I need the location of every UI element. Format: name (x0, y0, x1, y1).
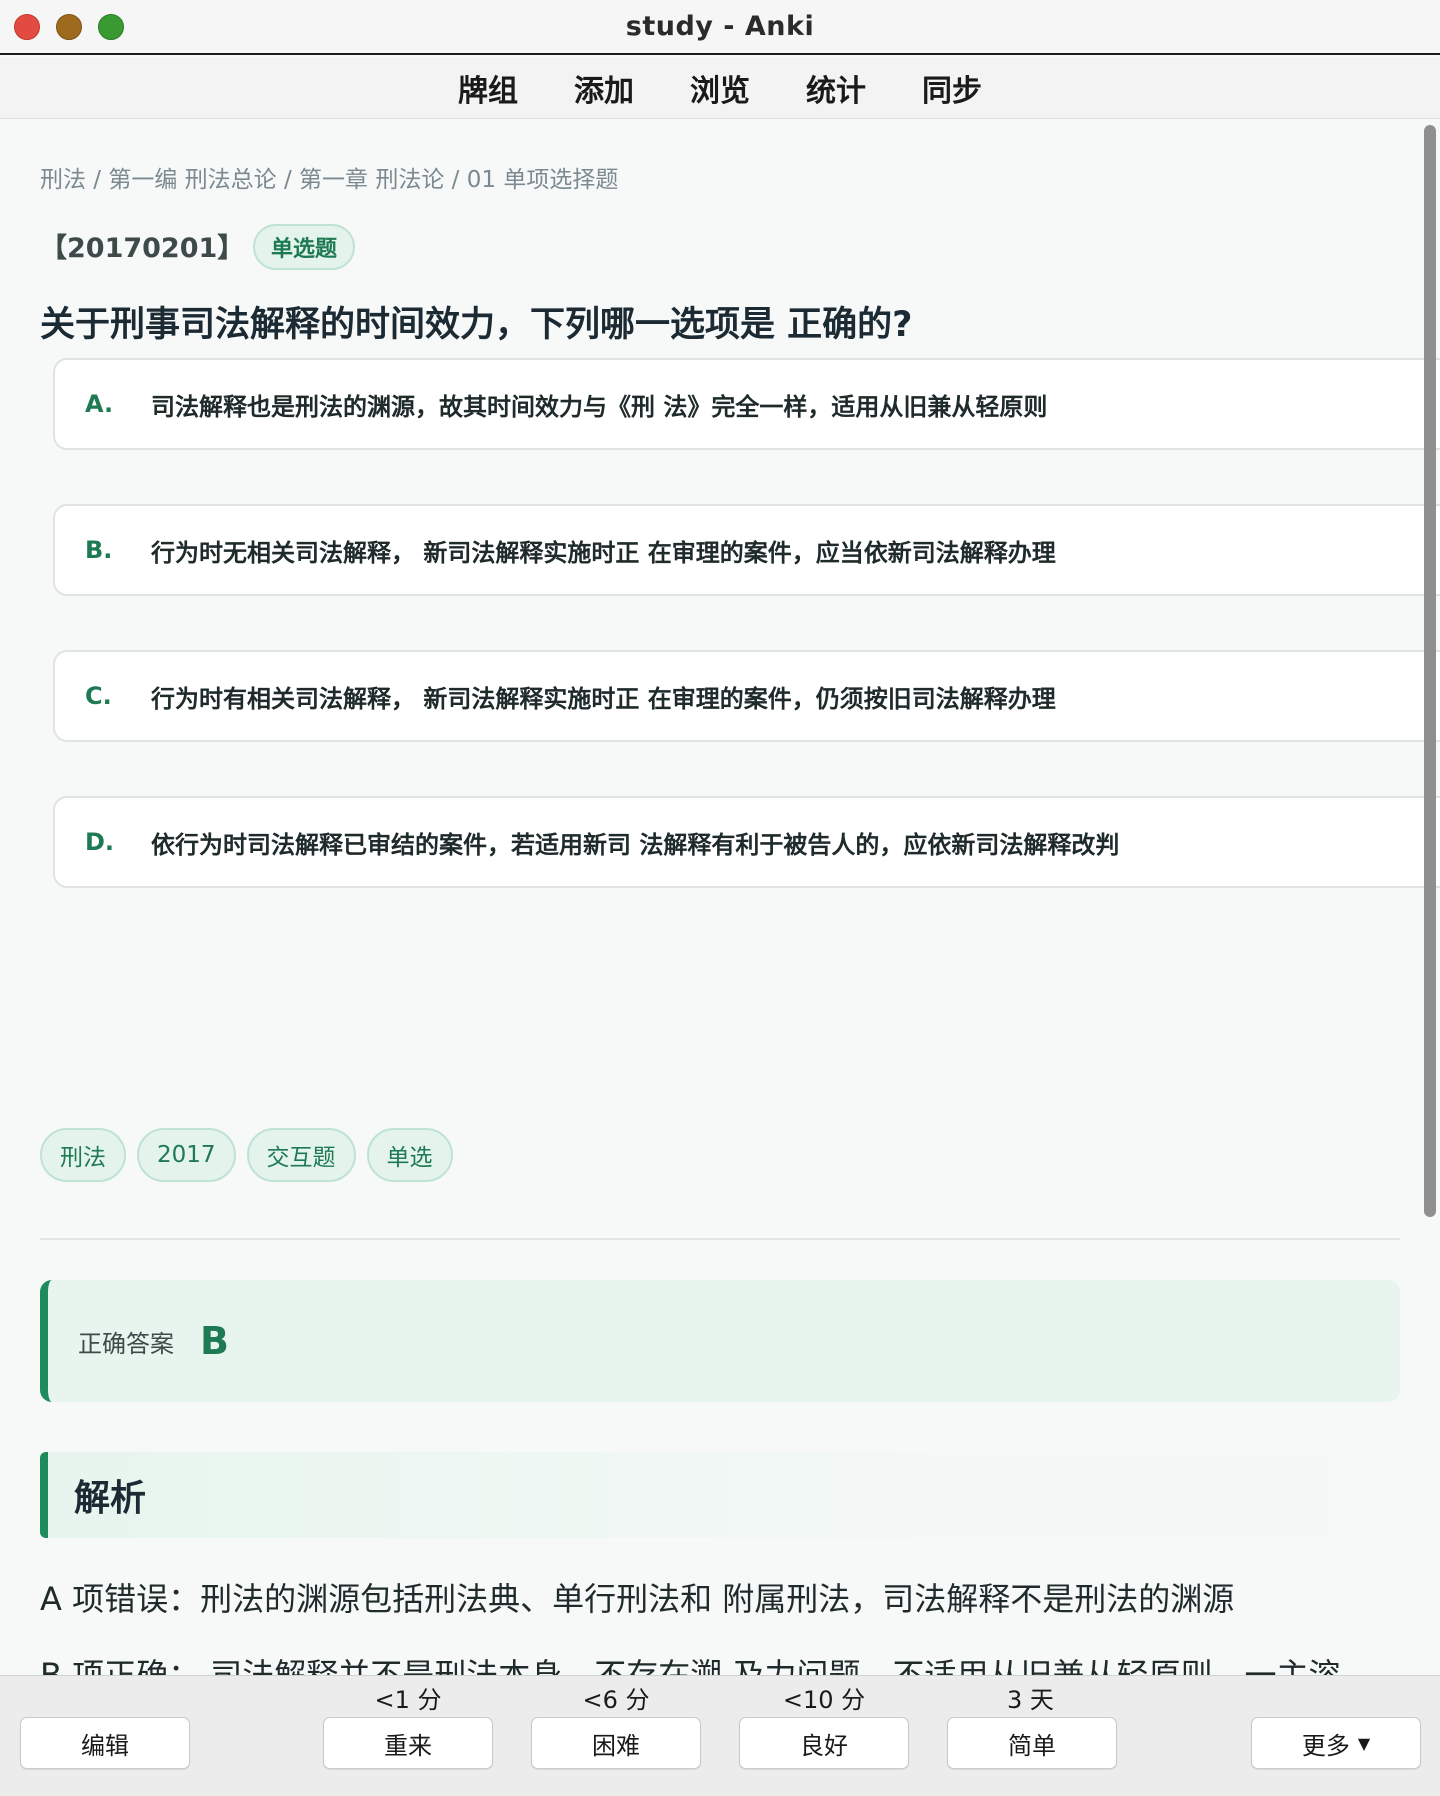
nav-stats[interactable]: 统计 (806, 66, 866, 110)
option-letter: D. (85, 828, 115, 856)
easy-button[interactable]: 简单 (947, 1717, 1117, 1769)
analysis-paragraph: A 项错误：刑法的渊源包括刑法典、单行刑法和 附属刑法，司法解释不是刑法的渊源 (40, 1580, 1235, 1618)
nav-browse[interactable]: 浏览 (690, 66, 750, 110)
minimize-window-button[interactable] (56, 14, 82, 40)
tag[interactable]: 2017 (137, 1128, 236, 1182)
top-nav: 牌组 添加 浏览 统计 同步 (0, 57, 1440, 119)
more-button-label: 更多 (1301, 1731, 1350, 1760)
interval-good: <10 分 (782, 1686, 866, 1714)
option-text: 依行为时司法解释已审结的案件，若适用新司 法解释有利于被告人的，应依新司法解释改… (151, 830, 1120, 859)
answer-bar: 编辑 <1 分 重来 <6 分 困难 <10 分 良好 3 天 简单 更多 ▼ (0, 1675, 1440, 1796)
option-a[interactable]: A. 司法解释也是刑法的渊源，故其时间效力与《刑 法》完全一样，适用从旧兼从轻原… (53, 358, 1440, 450)
option-text: 司法解释也是刑法的渊源，故其时间效力与《刑 法》完全一样，适用从旧兼从轻原则 (151, 392, 1048, 421)
correct-answer-label: 正确答案 (78, 1329, 174, 1358)
nav-add[interactable]: 添加 (574, 66, 634, 110)
interval-easy: 3 天 (1007, 1686, 1054, 1714)
hard-button[interactable]: 困难 (531, 1717, 701, 1769)
window-controls (14, 14, 124, 40)
title-bar: study - Anki (0, 0, 1440, 55)
correct-answer-box: 正确答案 B (40, 1280, 1400, 1402)
question-text: 关于刑事司法解释的时间效力，下列哪一选项是 正确的? (40, 305, 913, 345)
option-d[interactable]: D. 依行为时司法解释已审结的案件，若适用新司 法解释有利于被告人的，应依新司法… (53, 796, 1440, 888)
nav-decks[interactable]: 牌组 (458, 66, 518, 110)
card-id: 【20170201】 (40, 233, 245, 264)
window-title: study - Anki (625, 11, 815, 42)
interval-hard: <6 分 (582, 1686, 650, 1714)
breadcrumb: 刑法 / 第一编 刑法总论 / 第一章 刑法论 / 01 单项选择题 (40, 167, 619, 193)
option-text: 行为时有相关司法解释， 新司法解释实施时正 在审理的案件，仍须按旧司法解释办理 (151, 684, 1056, 713)
option-b[interactable]: B. 行为时无相关司法解释， 新司法解释实施时正 在审理的案件，应当依新司法解释… (53, 504, 1440, 596)
option-letter: C. (85, 682, 112, 710)
good-button[interactable]: 良好 (739, 1717, 909, 1769)
caret-down-icon: ▼ (1357, 1733, 1371, 1753)
option-letter: A. (85, 390, 114, 418)
scrollbar-thumb[interactable] (1424, 125, 1436, 1217)
analysis-title: 解析 (74, 1478, 147, 1519)
zoom-window-button[interactable] (98, 14, 124, 40)
analysis-paragraph: B 项正确： 司法解释并不是刑法本身，不存在溯 及力问题，不适用从旧兼从轻原则，… (40, 1656, 1341, 1675)
nav-sync[interactable]: 同步 (922, 66, 982, 110)
analysis-heading: 解析 (40, 1452, 1400, 1538)
tag-list: 刑法 2017 交互题 单选 (40, 1128, 453, 1182)
more-button[interactable]: 更多 ▼ (1251, 1717, 1421, 1769)
edit-button[interactable]: 编辑 (20, 1717, 190, 1769)
option-c[interactable]: C. 行为时有相关司法解释， 新司法解释实施时正 在审理的案件，仍须按旧司法解释… (53, 650, 1440, 742)
interval-again: <1 分 (374, 1686, 442, 1714)
option-letter: B. (85, 536, 113, 564)
tag[interactable]: 单选 (366, 1128, 453, 1182)
close-window-button[interactable] (14, 14, 40, 40)
divider (40, 1238, 1400, 1240)
card-content[interactable]: 刑法 / 第一编 刑法总论 / 第一章 刑法论 / 01 单项选择题 【2017… (0, 120, 1440, 1675)
correct-answer-value: B (200, 1319, 229, 1363)
option-text: 行为时无相关司法解释， 新司法解释实施时正 在审理的案件，应当依新司法解释办理 (151, 538, 1056, 567)
tag[interactable]: 交互题 (246, 1128, 356, 1182)
again-button[interactable]: 重来 (323, 1717, 493, 1769)
tag[interactable]: 刑法 (40, 1128, 126, 1182)
question-type-badge: 单选题 (253, 224, 356, 270)
